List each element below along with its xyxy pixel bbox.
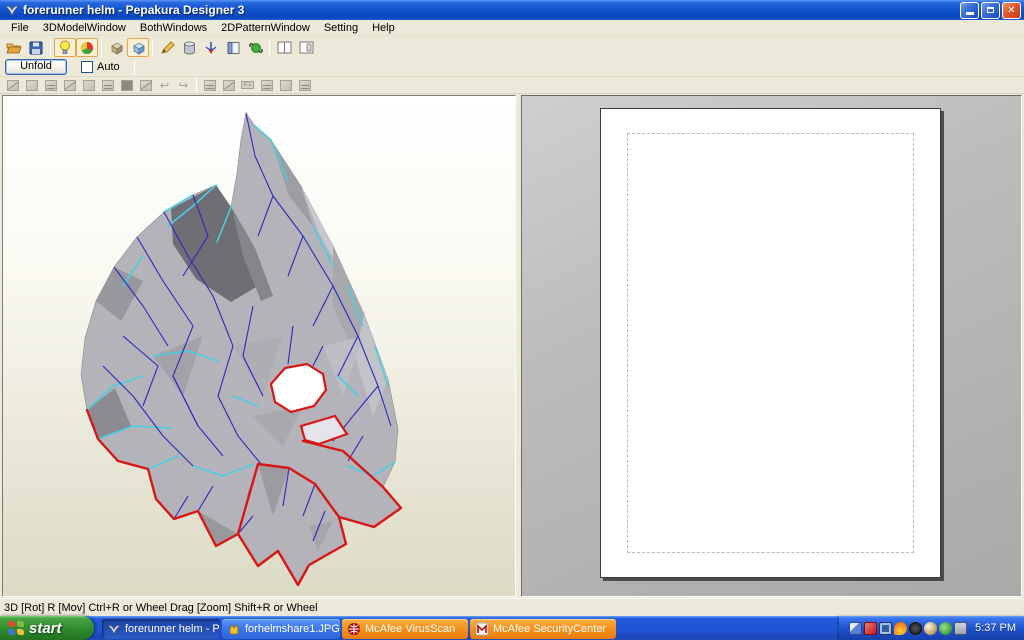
taskbar-item-label: forhelmshare1.JPG - ... xyxy=(245,623,340,635)
menu-file[interactable]: File xyxy=(4,21,36,35)
undo-icon[interactable]: ↩ xyxy=(155,78,174,93)
pattern-toolbar: ↩ ↪ P.1 xyxy=(0,77,1024,94)
toolbar-separator xyxy=(133,59,135,75)
taskbar-item-label: forerunner helm - Pe... xyxy=(125,623,220,635)
save-icon[interactable] xyxy=(25,38,47,57)
edit-vertex-icon[interactable] xyxy=(22,78,41,93)
clock-icon[interactable] xyxy=(909,621,923,635)
flatten-icon[interactable] xyxy=(295,78,314,93)
page-number-icon[interactable]: P.1 xyxy=(238,78,257,93)
taskbar-item-label: McAfee SecurityCenter xyxy=(493,623,607,635)
windows-flag-icon xyxy=(8,621,24,635)
system-tray: 5:37 PM xyxy=(839,616,1024,640)
status-bar: 3D [Rot] R [Mov] Ctrl+R or Wheel Drag [Z… xyxy=(0,598,1024,616)
mcafee-m-icon xyxy=(475,622,489,636)
status-text: 3D [Rot] R [Mov] Ctrl+R or Wheel Drag [Z… xyxy=(4,601,318,614)
helmet-3d-model xyxy=(80,112,403,587)
rotate-view-box-icon[interactable] xyxy=(105,38,127,57)
3d-model-view[interactable] xyxy=(2,95,516,597)
cylinder-icon[interactable] xyxy=(178,38,200,57)
menu-bar: File 3DModelWindow BothWindows 2DPattern… xyxy=(0,20,1024,36)
image-file-icon xyxy=(229,624,239,635)
panel-icon[interactable] xyxy=(222,38,244,57)
menu-3dmodelwindow[interactable]: 3DModelWindow xyxy=(36,21,133,35)
single-pane-layout-icon[interactable] xyxy=(295,38,317,57)
light-bulb-icon[interactable] xyxy=(54,38,76,57)
display-icon[interactable] xyxy=(954,621,968,635)
toolbar-separator xyxy=(152,39,153,56)
taskbar-item-image[interactable]: forhelmshare1.JPG - ... xyxy=(222,619,340,639)
select-sphere-icon[interactable] xyxy=(244,38,266,57)
drop-axis-icon[interactable] xyxy=(200,38,222,57)
start-button[interactable]: start xyxy=(0,616,94,640)
pattern-page xyxy=(600,108,941,578)
export-box-icon[interactable] xyxy=(276,78,295,93)
two-pane-layout-icon[interactable] xyxy=(273,38,295,57)
dark-panel-icon[interactable] xyxy=(117,78,136,93)
title-bar[interactable]: forerunner helm - Pepakura Designer 3 ✕ xyxy=(0,0,1024,20)
taskbar-item-label: McAfee VirusScan xyxy=(365,623,456,635)
start-label: start xyxy=(29,619,62,637)
restore-button[interactable] xyxy=(981,2,1000,19)
rotate-part-icon[interactable] xyxy=(136,78,155,93)
menu-2dpatternwindow[interactable]: 2DPatternWindow xyxy=(214,21,317,35)
select-arrow-icon[interactable] xyxy=(3,78,22,93)
taskbar-item-mcafee-securitycenter[interactable]: McAfee SecurityCenter xyxy=(470,619,616,639)
toolbar-separator xyxy=(196,77,197,93)
flame-icon[interactable] xyxy=(894,621,908,635)
network-icon[interactable] xyxy=(849,621,863,635)
color-cube-icon[interactable] xyxy=(76,38,98,57)
window-title: forerunner helm - Pepakura Designer 3 xyxy=(23,3,245,17)
pencil-icon[interactable] xyxy=(156,38,178,57)
corner-select-icon[interactable] xyxy=(200,78,219,93)
texture-icon[interactable] xyxy=(41,78,60,93)
paint-can-icon[interactable] xyxy=(79,78,98,93)
arrange-parts-icon[interactable] xyxy=(219,78,238,93)
computer-icon[interactable] xyxy=(879,621,893,635)
mcafee-globe-icon xyxy=(348,623,360,635)
auto-checkbox[interactable] xyxy=(81,61,93,73)
desktop: { "window": { "title": "forerunner helm … xyxy=(0,0,1024,640)
stack-icon[interactable] xyxy=(257,78,276,93)
column-icon[interactable] xyxy=(98,78,117,93)
open-folder-icon[interactable] xyxy=(3,38,25,57)
taskbar: start forerunner helm - Pe... forhelmsha… xyxy=(0,616,1024,640)
close-button[interactable]: ✕ xyxy=(1002,2,1021,19)
taskbar-item-pepakura[interactable]: forerunner helm - Pe... xyxy=(102,619,220,639)
menu-help[interactable]: Help xyxy=(365,21,402,35)
page-margin-guide xyxy=(627,133,914,553)
auto-checkbox-label: Auto xyxy=(97,61,120,73)
toolbar-separator xyxy=(50,39,51,56)
disc-icon[interactable] xyxy=(924,621,938,635)
2d-pattern-view[interactable] xyxy=(521,95,1022,597)
sync-icon[interactable] xyxy=(939,621,953,635)
pan-view-box-icon[interactable] xyxy=(127,38,149,57)
main-area xyxy=(0,94,1024,598)
taskbar-item-mcafee-virusscan[interactable]: McAfee VirusScan xyxy=(342,619,468,639)
unfold-button[interactable]: Unfold xyxy=(5,59,67,75)
pepakura-bird-icon xyxy=(107,624,121,635)
toolbar-separator xyxy=(269,39,270,56)
unfold-bar: Unfold Auto xyxy=(0,58,1024,77)
menu-bothwindows[interactable]: BothWindows xyxy=(133,21,214,35)
tray-clock: 5:37 PM xyxy=(975,622,1016,634)
main-toolbar xyxy=(0,37,1024,58)
toolbar-separator xyxy=(101,39,102,56)
menu-setting[interactable]: Setting xyxy=(317,21,365,35)
pepakura-app-icon xyxy=(5,5,19,16)
redo-icon[interactable]: ↪ xyxy=(174,78,193,93)
hatch-icon[interactable] xyxy=(60,78,79,93)
minimize-button[interactable] xyxy=(960,2,979,19)
alert-icon[interactable] xyxy=(864,621,878,635)
